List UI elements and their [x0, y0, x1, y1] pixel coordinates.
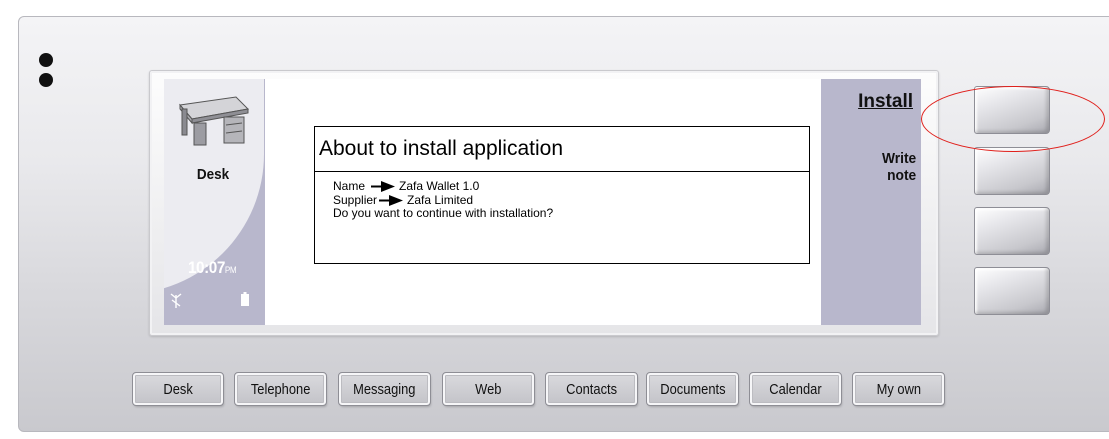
status-app-name: Desk — [196, 166, 230, 183]
soft-key-2[interactable] — [974, 147, 1050, 195]
app-button-label: Telephone — [250, 380, 311, 398]
app-button-my-own[interactable]: My own — [852, 372, 945, 406]
name-row: Name Zafa Wallet 1.0 — [333, 179, 809, 194]
supplier-value: Zafa Limited — [407, 192, 474, 207]
command-panel — [821, 79, 921, 325]
name-label: Name — [333, 179, 366, 193]
app-button-label: Web — [475, 380, 502, 398]
app-button-label: Messaging — [353, 380, 416, 398]
arrow-right-icon — [371, 181, 396, 193]
soft-key-3[interactable] — [974, 207, 1050, 255]
app-button-label: Contacts — [566, 380, 617, 398]
install-question: Do you want to continue with installatio… — [333, 206, 554, 220]
indicator-dot-top — [39, 53, 53, 67]
app-button-label: Calendar — [769, 380, 822, 398]
soft-key-4[interactable] — [974, 267, 1050, 315]
clock-time: 10:07 — [188, 258, 225, 277]
app-button-telephone[interactable]: Telephone — [234, 372, 327, 406]
clock-suffix: PM — [224, 265, 237, 275]
supplier-row: Supplier Zafa Limited — [333, 192, 809, 208]
desk-icon — [179, 96, 250, 146]
supplier-label: Supplier — [333, 192, 378, 207]
write-note-line2: note — [886, 167, 916, 184]
app-button-desk[interactable]: Desk — [132, 372, 224, 406]
app-button-documents[interactable]: Documents — [646, 372, 739, 406]
write-note-line1: Write — [881, 150, 916, 167]
app-button-contacts[interactable]: Contacts — [545, 372, 638, 406]
clock: 10:07PM — [188, 258, 237, 278]
install-dialog: About to install application Name Zafa W… — [314, 126, 810, 264]
app-button-label: Documents — [659, 380, 726, 398]
indicator-dot-bottom — [39, 73, 53, 87]
arrow-right-icon — [379, 194, 404, 206]
app-button-calendar[interactable]: Calendar — [749, 372, 842, 406]
question-row: Do you want to continue with installatio… — [333, 206, 809, 221]
write-note-command[interactable]: Write note — [882, 150, 916, 184]
install-command[interactable]: Install — [858, 91, 913, 113]
app-button-label: My own — [876, 380, 921, 398]
app-button-label: Desk — [163, 380, 193, 398]
soft-key-1[interactable] — [974, 86, 1050, 134]
app-button-web[interactable]: Web — [442, 372, 535, 406]
device-frame: Desk 10:07PM About to install applicatio… — [0, 0, 1109, 439]
dialog-title: About to install application — [315, 127, 809, 172]
dialog-body: Name Zafa Wallet 1.0 Supplier Zafa Limit… — [315, 172, 809, 221]
name-value: Zafa Wallet 1.0 — [399, 179, 480, 193]
app-button-messaging[interactable]: Messaging — [338, 372, 431, 406]
signal-icon — [170, 293, 182, 308]
battery-icon — [241, 292, 249, 306]
